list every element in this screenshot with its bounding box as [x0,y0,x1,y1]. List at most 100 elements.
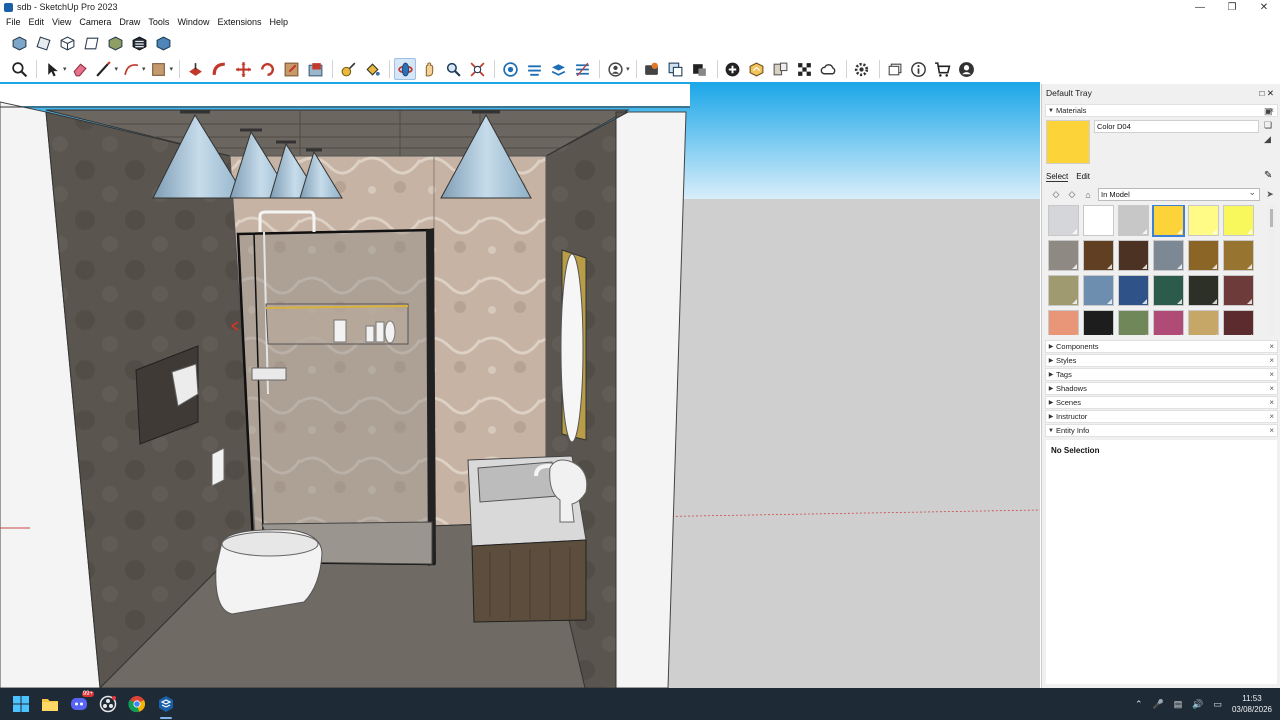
scenes-icon[interactable] [884,58,906,80]
section-cuts-icon[interactable] [571,58,593,80]
chevron-down-icon[interactable]: ▾ [115,65,119,73]
line-icon[interactable] [93,58,115,80]
paint-bucket-icon[interactable] [361,58,383,80]
tape-measure-icon[interactable] [337,58,359,80]
chevron-down-icon[interactable]: ▾ [142,65,146,73]
display-section-icon[interactable] [523,58,545,80]
tab-select[interactable]: Select [1046,172,1069,182]
menu-window[interactable]: Window [173,17,213,27]
tab-edit[interactable]: Edit [1076,172,1090,182]
menu-tools[interactable]: Tools [144,17,173,27]
material-swatch[interactable] [1152,205,1185,237]
material-swatch[interactable] [1083,205,1114,236]
minimize-icon[interactable]: — [1184,0,1216,14]
material-name-field[interactable]: Color D04 [1094,120,1259,133]
material-swatch[interactable] [1083,240,1114,271]
eyedropper-icon[interactable]: ✎ [1264,170,1272,181]
model-viewport[interactable] [0,82,1040,688]
discord-icon[interactable]: 99+ [67,691,94,716]
material-swatch[interactable] [1223,310,1254,335]
details-arrow-icon[interactable]: ➤ [1264,189,1276,201]
back-arrow-icon[interactable]: ◇ [1050,189,1062,201]
current-material-swatch[interactable] [1046,120,1090,164]
left-view-icon[interactable] [128,32,150,54]
menu-draw[interactable]: Draw [115,17,144,27]
bottom-view-icon[interactable] [152,32,174,54]
menu-help[interactable]: Help [265,17,292,27]
cart-icon[interactable] [932,58,954,80]
network-icon[interactable]: ▤ [1174,699,1183,710]
panel-entity-info[interactable]: ▼ Entity Info × [1045,424,1278,437]
material-swatch[interactable] [1188,275,1219,306]
swatch-scrollbar[interactable] [1268,205,1275,335]
extension-warehouse-icon[interactable] [665,58,687,80]
close-icon[interactable]: × [1269,426,1274,435]
menu-extensions[interactable]: Extensions [213,17,265,27]
close-icon[interactable]: × [1269,342,1274,351]
scale-icon[interactable] [280,58,302,80]
panel-scenes[interactable]: ▶ Scenes × [1045,396,1278,409]
default-material-icon[interactable]: ▣ [1264,106,1273,117]
push-pull-icon[interactable] [184,58,206,80]
material-swatch[interactable] [1118,240,1149,271]
eraser-icon[interactable] [69,58,91,80]
top-view-icon[interactable] [32,32,54,54]
iso-view-icon[interactable] [8,32,30,54]
menu-edit[interactable]: Edit [25,17,49,27]
arc-icon[interactable] [120,58,142,80]
material-swatch[interactable] [1118,205,1149,236]
library-select[interactable]: In Model [1098,187,1260,201]
close-icon[interactable]: ✕ [1248,0,1280,14]
clock[interactable]: 11:53 03/08/2026 [1232,693,1272,715]
rotate-icon[interactable] [256,58,278,80]
volume-icon[interactable]: 🔊 [1192,699,1203,710]
photo-textures-icon[interactable] [746,58,768,80]
3d-warehouse-icon[interactable] [641,58,663,80]
shape-icon[interactable] [148,58,170,80]
material-swatch[interactable] [1118,275,1149,306]
zoom-window-icon[interactable] [442,58,464,80]
panel-tags[interactable]: ▶ Tags × [1045,368,1278,381]
material-swatch[interactable] [1223,205,1254,236]
battery-icon[interactable]: ▭ [1213,699,1222,710]
outliner-icon[interactable] [604,58,626,80]
select-icon[interactable] [41,58,63,80]
front-view-icon[interactable] [56,32,78,54]
chevron-down-icon[interactable]: ▾ [626,65,630,73]
file-explorer-icon[interactable] [38,692,62,716]
panel-materials[interactable]: ▼ Materials × [1045,104,1278,117]
menu-view[interactable]: View [48,17,75,27]
material-swatch[interactable] [1153,240,1184,271]
pan-icon[interactable] [418,58,440,80]
panel-styles[interactable]: ▶ Styles × [1045,354,1278,367]
material-swatch[interactable] [1048,240,1079,271]
offset-icon[interactable] [304,58,326,80]
follow-me-icon[interactable] [208,58,230,80]
zoom-icon[interactable] [8,58,30,80]
panel-components[interactable]: ▶ Components × [1045,340,1278,353]
close-icon[interactable]: × [1269,398,1274,407]
sample-paint-icon[interactable]: ◢ [1264,134,1273,145]
chevron-down-icon[interactable]: ▾ [63,65,67,73]
create-material-icon[interactable]: ❏ [1264,120,1273,131]
back-view-icon[interactable] [104,32,126,54]
zoom-extents-icon[interactable] [466,58,488,80]
material-swatch[interactable] [1153,275,1184,306]
styles-icon[interactable] [794,58,816,80]
menu-file[interactable]: File [2,17,25,27]
material-swatch[interactable] [1118,310,1149,335]
chevron-up-icon[interactable]: ⌃ [1135,699,1143,710]
panel-shadows[interactable]: ▶ Shadows × [1045,382,1278,395]
material-swatch[interactable] [1048,310,1079,335]
info-icon[interactable] [908,58,930,80]
windows-start-icon[interactable] [9,692,33,716]
close-icon[interactable]: × [1269,370,1274,379]
microphone-icon[interactable]: 🎤 [1152,699,1163,710]
menu-camera[interactable]: Camera [75,17,115,27]
settings-icon[interactable] [851,58,873,80]
orbit-icon[interactable] [394,58,417,80]
cloud-icon[interactable] [818,58,840,80]
section-fill-icon[interactable] [547,58,569,80]
account-icon[interactable] [956,58,978,80]
chrome-icon[interactable] [125,692,149,716]
